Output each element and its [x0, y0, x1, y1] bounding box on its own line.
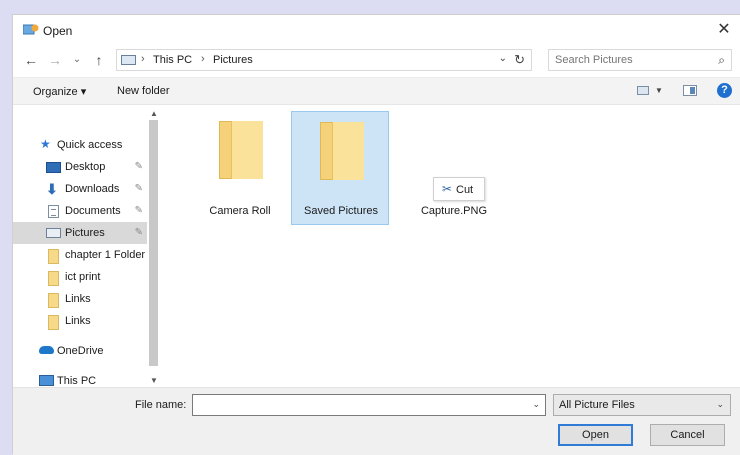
file-item-label: Camera Roll	[209, 205, 271, 217]
search-icon[interactable]: ⌕	[718, 53, 725, 68]
sidebar-item-links[interactable]: Links	[13, 288, 147, 310]
breadcrumb-separator: ›	[141, 53, 145, 65]
sidebar-item-desktop[interactable]: Desktop ✎	[13, 156, 147, 178]
sidebar-item-label: Desktop	[65, 161, 106, 173]
star-icon: ★	[40, 137, 51, 151]
app-icon	[23, 24, 39, 35]
sidebar-item-pictures[interactable]: Pictures ✎	[13, 222, 147, 244]
cancel-button[interactable]: Cancel	[650, 424, 725, 446]
breadcrumb-this-pc[interactable]: This PC	[153, 54, 192, 66]
toolbar: Organize ▾ New folder ▼ ?	[13, 77, 740, 105]
pin-icon[interactable]: ✎	[135, 227, 143, 238]
close-button[interactable]: ✕	[713, 19, 735, 41]
scissors-icon: ✂	[442, 182, 453, 196]
navigation-scrollbar[interactable]: ▲ ▼	[147, 106, 161, 386]
sidebar-item-label: OneDrive	[57, 345, 104, 357]
pc-icon	[121, 55, 136, 65]
sidebar-item-label: This PC	[57, 375, 97, 387]
sidebar-item-label: Links	[65, 315, 91, 327]
pin-icon[interactable]: ✎	[135, 161, 143, 172]
file-item-camera-roll[interactable]: Camera Roll	[191, 111, 289, 225]
navigation-pane: ★ Quick access Desktop ✎ ⬇ Downloads ✎ D…	[13, 106, 161, 387]
recent-locations-button[interactable]: ⌄	[69, 52, 85, 68]
cut-tooltip: ✂ Cut	[433, 177, 485, 201]
pin-icon[interactable]: ✎	[135, 183, 143, 194]
refresh-icon[interactable]: ↻	[514, 52, 525, 68]
organize-button[interactable]: Organize ▾	[33, 85, 86, 98]
sidebar-item-ict-print[interactable]: ict print	[13, 266, 147, 288]
new-folder-button[interactable]: New folder	[117, 85, 170, 97]
sidebar-item-quick-access[interactable]: ★ Quick access	[13, 134, 147, 156]
cloud-icon	[39, 346, 54, 354]
file-name-label: File name:	[135, 399, 187, 411]
change-view-icon[interactable]	[637, 86, 649, 95]
folder-icon	[48, 293, 59, 308]
window-title: Open	[43, 24, 73, 38]
sidebar-item-chapter-1-folder[interactable]: chapter 1 Folder	[13, 244, 147, 266]
open-button[interactable]: Open	[558, 424, 633, 446]
scrollbar-thumb[interactable]	[149, 120, 158, 366]
scroll-down-icon[interactable]: ▼	[150, 376, 158, 385]
sidebar-item-label: Quick access	[57, 139, 123, 151]
desktop-icon	[46, 162, 61, 173]
document-icon	[48, 205, 59, 218]
sidebar-item-label: chapter 1 Folder	[65, 249, 146, 261]
cut-label: Cut	[456, 184, 474, 196]
scroll-up-icon[interactable]: ▲	[150, 109, 158, 118]
file-item-capture-png[interactable]: Capture.PNG	[405, 111, 503, 225]
sidebar-item-onedrive[interactable]: OneDrive	[13, 340, 147, 362]
sidebar-item-label: Pictures	[65, 227, 105, 239]
folder-icon	[48, 249, 59, 264]
folder-icon	[48, 315, 59, 330]
sidebar-item-label: Links	[65, 293, 91, 305]
title-bar: Open ✕	[13, 15, 740, 45]
sidebar-item-links-2[interactable]: Links	[13, 310, 147, 332]
file-type-value: All Picture Files	[559, 399, 635, 411]
sidebar-item-label: Documents	[65, 205, 121, 217]
dialog-footer: File name: ⌄ All Picture Files ⌄ Open Ca…	[13, 387, 740, 455]
open-dialog: Open ✕ ← → ⌄ ↑ › This PC › Pictures ⌄ ↻ …	[12, 14, 740, 455]
folder-icon	[48, 271, 59, 286]
pictures-icon	[46, 228, 61, 238]
file-item-label: Saved Pictures	[304, 205, 378, 217]
breadcrumb-separator: ›	[201, 53, 205, 65]
download-icon: ⬇	[46, 181, 58, 197]
breadcrumb-pictures[interactable]: Pictures	[213, 54, 253, 66]
address-bar[interactable]: › This PC › Pictures ⌄ ↻	[116, 49, 532, 71]
file-item-saved-pictures[interactable]: Saved Pictures	[291, 111, 389, 225]
file-name-input[interactable]	[194, 396, 524, 414]
folder-icon	[320, 122, 364, 180]
chevron-down-icon[interactable]: ⌄	[532, 399, 540, 410]
folder-icon	[219, 121, 263, 179]
view-options-caret-icon[interactable]: ▼	[655, 86, 663, 95]
chevron-down-icon[interactable]: ⌄	[716, 399, 724, 410]
search-box[interactable]: ⌕	[548, 49, 732, 71]
pin-icon[interactable]: ✎	[135, 205, 143, 216]
pc-icon	[39, 375, 54, 386]
search-input[interactable]	[550, 51, 700, 69]
file-item-label: Capture.PNG	[420, 205, 488, 217]
sidebar-item-documents[interactable]: Documents ✎	[13, 200, 147, 222]
close-icon[interactable]: ✕	[717, 21, 730, 38]
up-button[interactable]: ↑	[91, 52, 107, 68]
file-name-combobox[interactable]: ⌄	[192, 394, 546, 416]
help-icon[interactable]: ?	[717, 83, 732, 98]
sidebar-item-label: Downloads	[65, 183, 120, 195]
sidebar-item-downloads[interactable]: ⬇ Downloads ✎	[13, 178, 147, 200]
back-button[interactable]: ←	[23, 52, 39, 68]
preview-pane-icon[interactable]	[683, 85, 697, 96]
sidebar-item-label: ict print	[65, 271, 101, 283]
file-type-select[interactable]: All Picture Files ⌄	[553, 394, 731, 416]
forward-button[interactable]: →	[47, 52, 63, 68]
address-dropdown-icon[interactable]: ⌄	[499, 53, 507, 64]
